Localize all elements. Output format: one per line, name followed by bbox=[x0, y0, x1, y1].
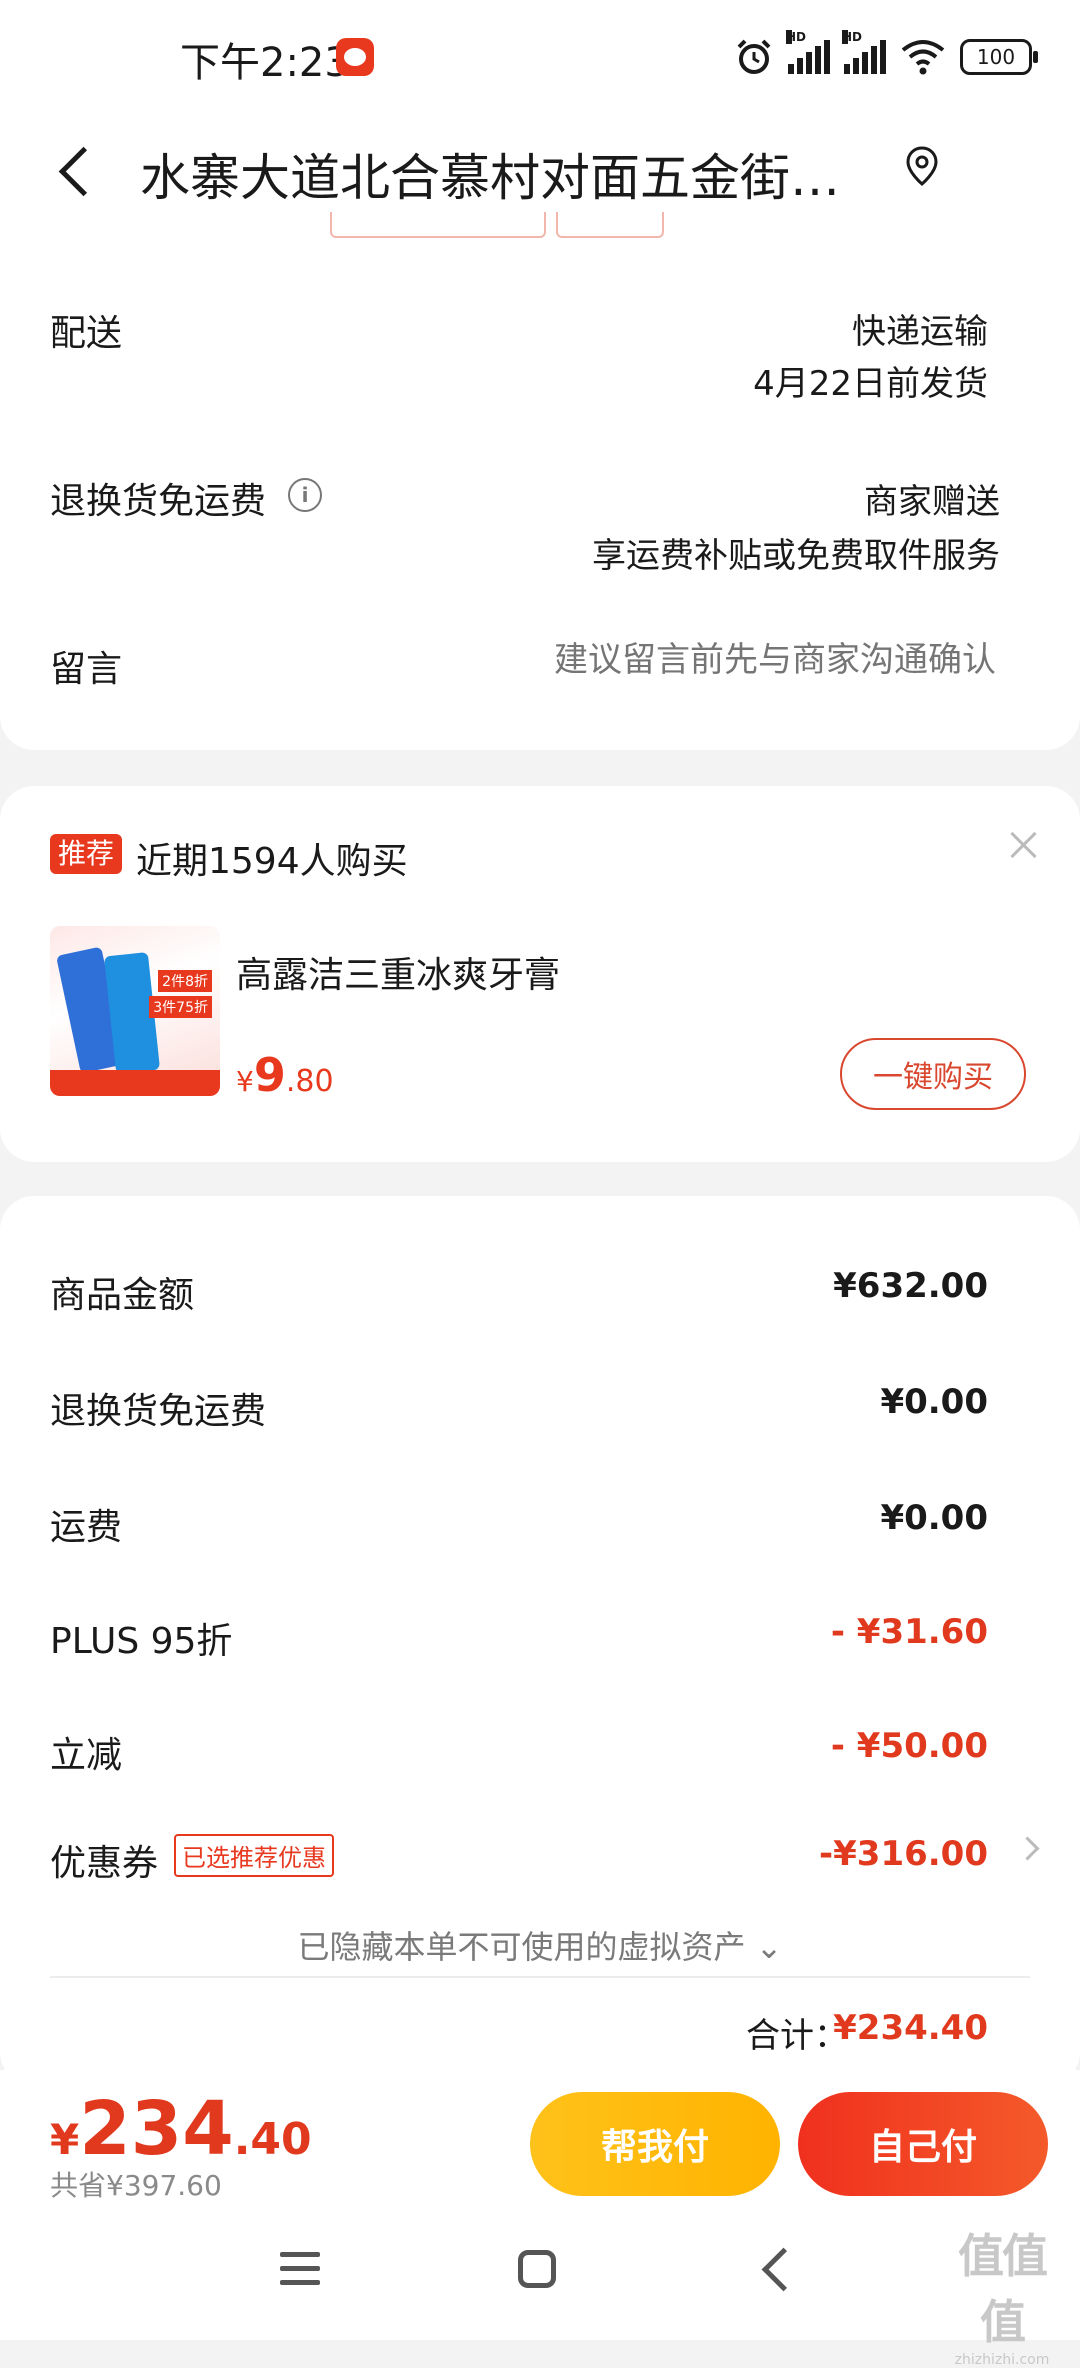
system-nav-bar bbox=[0, 2200, 1080, 2340]
price-decimal: .40 bbox=[233, 2114, 312, 2165]
home-icon[interactable] bbox=[518, 2250, 556, 2288]
watermark: 值值值 zhizhizhi.com bbox=[942, 2220, 1062, 2368]
product-name[interactable]: 高露洁三重冰爽牙膏 bbox=[236, 946, 560, 998]
menu-icon[interactable] bbox=[280, 2252, 320, 2286]
price-symbol: ¥ bbox=[50, 2115, 80, 2164]
delivery-date: 4月22日前发货 bbox=[753, 364, 988, 404]
location-icon[interactable] bbox=[902, 142, 942, 194]
product-thumbnail[interactable]: 2件8折 3件75折 bbox=[50, 926, 220, 1096]
summary-label: PLUS 95折 bbox=[50, 1621, 233, 1662]
thumb-tag: 3件75折 bbox=[149, 996, 212, 1018]
summary-label: 退换货免运费 bbox=[50, 1391, 267, 1432]
back-icon[interactable] bbox=[761, 2247, 806, 2292]
recommend-card: 推荐 近期1594人购买 2件8折 3件75折 高露洁三重冰爽牙膏 ¥9.80 … bbox=[0, 786, 1080, 1162]
chevron-right-icon[interactable] bbox=[1015, 1836, 1040, 1861]
summary-label: 运费 bbox=[50, 1507, 123, 1548]
message-label: 留言 bbox=[50, 649, 123, 690]
shipping-card: 配送 快递运输 4月22日前发货 退换货免运费 i 商家赠送 享运费补贴或免费取… bbox=[0, 212, 1080, 750]
price-integer: 9 bbox=[253, 1048, 286, 1102]
recommend-badge: 推荐 bbox=[50, 834, 123, 874]
watermark-logo: 值值值 bbox=[958, 2229, 1048, 2349]
order-summary-card: 商品金额 ¥632.00 退换货免运费 ¥0.00 运费 ¥0.00 PLUS … bbox=[0, 1196, 1080, 2086]
header: 水寨大道北合慕村对面五金街… bbox=[0, 120, 1080, 220]
signal-icon: HD bbox=[842, 30, 886, 74]
coupon-value[interactable]: -¥316.00 bbox=[819, 1834, 988, 1874]
info-icon[interactable]: i bbox=[288, 478, 322, 512]
saved-amount: 共省¥397.60 bbox=[50, 2169, 222, 2202]
hidden-assets-note[interactable]: 已隐藏本单不可使用的虚拟资产 ⌄ bbox=[0, 1922, 1080, 1968]
hd-label: HD bbox=[842, 30, 863, 44]
return-label: 退换货免运费 bbox=[50, 481, 267, 522]
message-input[interactable] bbox=[356, 640, 996, 680]
bottom-pay-bar: ¥234.40 共省¥397.60 帮我付 自己付 bbox=[0, 2070, 1080, 2202]
divider bbox=[50, 1976, 1030, 1978]
self-pay-button[interactable]: 自己付 bbox=[798, 2092, 1048, 2196]
delivery-method: 快递运输 bbox=[852, 312, 988, 352]
price-symbol: ¥ bbox=[236, 1065, 254, 1098]
price-integer: 234 bbox=[79, 2086, 234, 2172]
return-value: 商家赠送 bbox=[864, 482, 1000, 522]
peek-tag bbox=[330, 212, 546, 238]
summary-value: ¥632.00 bbox=[833, 1266, 988, 1306]
thumb-tag: 2件8折 bbox=[158, 970, 212, 992]
hd-label: HD bbox=[786, 30, 807, 44]
summary-label: 立减 bbox=[50, 1735, 123, 1776]
alarm-icon bbox=[737, 39, 771, 74]
close-icon[interactable] bbox=[1004, 826, 1044, 866]
pay-price: ¥234.40 bbox=[50, 2086, 312, 2172]
status-icons: HD HD 100 bbox=[734, 30, 1038, 82]
status-time: 下午2:23 bbox=[180, 40, 350, 86]
back-button[interactable] bbox=[48, 132, 118, 208]
one-click-buy-button[interactable]: 一键购买 bbox=[840, 1038, 1026, 1110]
battery-level: 100 bbox=[976, 45, 1016, 69]
price-decimal: .80 bbox=[285, 1064, 334, 1099]
signal-icon: HD bbox=[786, 30, 830, 74]
battery-icon: 100 bbox=[960, 39, 1038, 75]
thumb-strip bbox=[50, 1070, 220, 1096]
summary-value: ¥0.00 bbox=[880, 1498, 988, 1538]
delivery-label: 配送 bbox=[50, 313, 123, 354]
recommend-text: 近期1594人购买 bbox=[136, 841, 408, 882]
address-title[interactable]: 水寨大道北合慕村对面五金街… bbox=[140, 138, 840, 210]
peek-tag bbox=[556, 212, 664, 238]
product-price: ¥9.80 bbox=[236, 1048, 334, 1102]
summary-value: - ¥50.00 bbox=[830, 1726, 988, 1766]
help-pay-button[interactable]: 帮我付 bbox=[530, 2092, 780, 2196]
summary-label: 商品金额 bbox=[50, 1275, 195, 1316]
wifi-icon bbox=[901, 40, 945, 75]
total-value: ¥234.40 bbox=[833, 2008, 988, 2048]
app-mascot-icon bbox=[336, 38, 374, 76]
coupon-tag: 已选推荐优惠 bbox=[174, 1834, 334, 1877]
status-bar: 下午2:23 HD HD 100 bbox=[0, 0, 1080, 120]
watermark-url: zhizhizhi.com bbox=[954, 2352, 1050, 2368]
summary-value: - ¥31.60 bbox=[830, 1612, 988, 1652]
summary-value: ¥0.00 bbox=[880, 1382, 988, 1422]
coupon-label[interactable]: 优惠券 bbox=[50, 1834, 158, 1886]
return-detail: 享运费补贴或免费取件服务 bbox=[592, 536, 1000, 576]
